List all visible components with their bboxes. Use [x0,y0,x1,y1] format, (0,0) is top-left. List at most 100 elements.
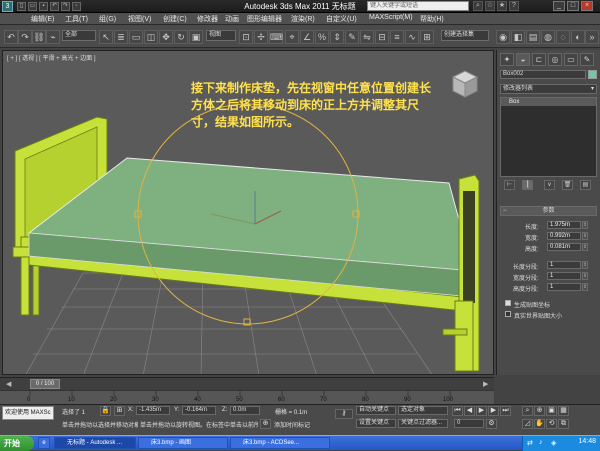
height-segs-spinner[interactable]: 1 [547,283,581,291]
render-production-icon[interactable]: ◍ [541,30,555,44]
snap-icon[interactable]: ⌖ [285,30,299,44]
create-tab-icon[interactable]: ✦ [500,53,514,66]
task-paint[interactable]: 床3.bmp - 画图 [138,437,228,449]
x-coord-field[interactable]: -1.435m [136,406,170,415]
stack-item-box[interactable]: Box [501,98,596,106]
toolbar-more-icon[interactable]: » [585,30,599,44]
width-segs-spinner[interactable]: 1 [547,272,581,280]
length-segs-spinner[interactable]: 1 [547,261,581,269]
auto-key-button[interactable]: 自动关键点 [356,406,396,415]
time-prev-icon[interactable]: ◀ [6,380,11,388]
track-bar[interactable]: 0 10 20 30 40 50 60 70 80 90 100 [0,390,494,404]
zoom-extents-all-icon[interactable]: ▦ [558,406,569,416]
spinner-snap-icon[interactable]: ⇕ [330,30,344,44]
curve-editor-icon[interactable]: ∿ [405,30,419,44]
object-name-field[interactable]: Box002 [500,70,586,79]
spinner-arrows-icon[interactable]: ⇕ [582,261,588,269]
maximize-viewport-icon[interactable]: ⧉ [558,419,569,429]
key-filters-button[interactable]: 关键点过滤器... [398,419,448,428]
perspective-viewport[interactable]: [ + ] [ 透视 ] [ 平滑 + 高光 + 边面 ] 接下来制作床垫，先在… [2,50,494,375]
selection-set-dropdown[interactable]: 选定对象 [398,406,448,415]
percent-snap-icon[interactable]: % [315,30,329,44]
tray-shield-icon[interactable]: ◈ [551,439,556,447]
maxscript-listener[interactable]: 欢迎使用 MAXSc [2,406,54,420]
keyboard-shortcut-icon[interactable]: ⌨ [269,30,283,44]
rect-selection-icon[interactable]: ▭ [129,30,143,44]
key-mode-icon[interactable]: ⚷ [335,409,353,419]
orbit-icon[interactable]: ⟲ [546,419,557,429]
time-slider[interactable]: 0 / 100 ◀ ▶ [0,377,494,390]
time-next-icon[interactable]: ▶ [483,380,488,388]
time-slider-thumb[interactable]: 0 / 100 [30,379,60,389]
time-config-icon[interactable]: ⚙ [486,419,497,429]
add-time-tag[interactable]: 添加时间标记 [274,420,310,429]
modifier-stack[interactable]: Box [500,97,597,177]
play-icon[interactable]: ▶ [476,406,487,416]
menu-help[interactable]: 帮助(H) [420,14,444,24]
length-spinner[interactable]: 1.975m [547,221,581,229]
object-color-swatch[interactable] [588,70,597,79]
menu-modifiers[interactable]: 修改器 [197,14,218,24]
modifier-list-dropdown[interactable]: 修改器列表 ▾ [500,84,597,94]
pivot-center-icon[interactable]: ⊡ [239,30,253,44]
y-coord-field[interactable]: -0.164m [182,406,216,415]
search-input[interactable]: 键入关键字或短语 [367,1,469,11]
menu-rendering[interactable]: 渲染(R) [291,14,315,24]
named-selection-set-dropdown[interactable]: 创建选择集 [441,30,489,41]
undo-icon[interactable]: ↶ [4,30,18,44]
spinner-arrows-icon[interactable]: ⇕ [582,283,588,291]
mirror-icon[interactable]: ⇋ [360,30,374,44]
activeshade-icon[interactable]: ◐ [571,30,585,44]
z-coord-field[interactable]: 0.0m [230,406,260,415]
remove-modifier-icon[interactable]: 🗑 [562,180,573,190]
show-end-result-icon[interactable]: ┃ [522,180,533,190]
minimize-button[interactable]: _ [553,1,565,11]
rotate-icon[interactable]: ↻ [174,30,188,44]
named-selection-icon[interactable]: ✎ [345,30,359,44]
search-icon[interactable]: ⌕ [473,1,483,11]
link-icon[interactable]: ⛓ [32,30,46,44]
quicklaunch-ie-icon[interactable]: e [38,437,50,449]
zoom-icon[interactable]: ⌕ [522,406,533,416]
selection-filter-dropdown[interactable]: 全部 [62,30,96,41]
width-spinner[interactable]: 0.992m [547,232,581,240]
hierarchy-tab-icon[interactable]: ⊏ [532,53,546,66]
menu-edit[interactable]: 编辑(E) [31,14,54,24]
clock[interactable]: 14:48 [578,438,596,445]
spinner-arrows-icon[interactable]: ⇕ [582,243,588,251]
layer-manager-icon[interactable]: ≡ [390,30,404,44]
communication-center-icon[interactable]: ☆ [485,1,495,11]
tray-network-icon[interactable]: ⇄ [527,439,533,447]
move-icon[interactable]: ✥ [159,30,173,44]
set-key-button[interactable]: 设置关键点 [356,419,396,428]
window-crossing-icon[interactable]: ◫ [144,30,158,44]
schematic-view-icon[interactable]: ⊞ [420,30,434,44]
pin-stack-icon[interactable]: ⊢ [504,180,515,190]
menu-animation[interactable]: 动画 [225,14,239,24]
favorites-icon[interactable]: ★ [497,1,507,11]
manipulate-icon[interactable]: ✢ [254,30,268,44]
height-spinner[interactable]: 0.081m [547,243,581,251]
rendered-frame-icon[interactable]: ▤ [526,30,540,44]
select-object-icon[interactable]: ↖ [99,30,113,44]
render-setup-icon[interactable]: ◧ [511,30,525,44]
gen-mapping-checkbox[interactable] [505,300,511,306]
prev-frame-icon[interactable]: ◀ [464,406,475,416]
goto-start-icon[interactable]: ⏮ [452,406,463,416]
real-world-checkbox[interactable] [505,311,511,317]
lock-selection-icon[interactable]: 🔒 [100,406,111,416]
align-icon[interactable]: ⊟ [375,30,389,44]
maximize-button[interactable]: □ [567,1,579,11]
zoom-extents-icon[interactable]: ▣ [546,406,557,416]
unlink-icon[interactable]: ⌁ [46,30,60,44]
zoom-all-icon[interactable]: ⊕ [534,406,545,416]
spinner-arrows-icon[interactable]: ⇕ [582,272,588,280]
render-iterative-icon[interactable]: ◌ [556,30,570,44]
start-button[interactable]: 开始 [0,436,34,451]
material-editor-icon[interactable]: ◉ [496,30,510,44]
scale-icon[interactable]: ▣ [189,30,203,44]
fov-icon[interactable]: ◿ [522,419,533,429]
pan-icon[interactable]: ✋ [534,419,545,429]
menu-customize[interactable]: 自定义(U) [326,14,357,24]
spinner-arrows-icon[interactable]: ⇕ [582,232,588,240]
